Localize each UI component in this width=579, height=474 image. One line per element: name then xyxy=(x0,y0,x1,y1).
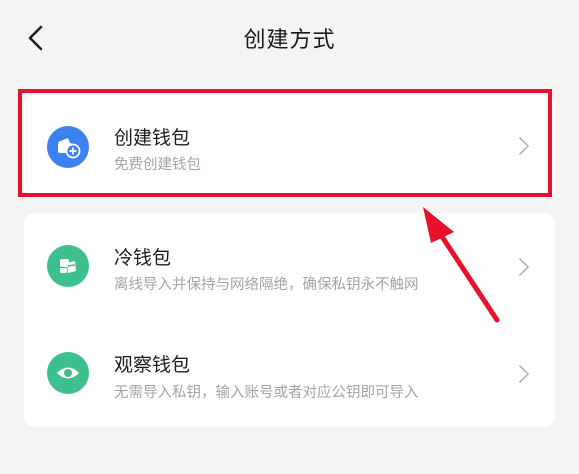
option-watch-wallet[interactable]: 观察钱包 无需导入私钥，输入账号或者对应公钥即可导入 xyxy=(24,320,555,424)
eye-icon xyxy=(47,352,89,394)
wallet-plus-icon xyxy=(47,126,89,168)
header-bar: 创建方式 xyxy=(0,0,579,76)
option-create-wallet[interactable]: 创建钱包 免费创建钱包 xyxy=(24,95,555,199)
option-title: 冷钱包 xyxy=(114,247,172,269)
option-title: 观察钱包 xyxy=(114,354,191,376)
chevron-right-icon xyxy=(519,258,529,276)
option-title: 创建钱包 xyxy=(114,127,191,149)
chevron-right-icon xyxy=(519,365,529,383)
option-cold-wallet[interactable]: 冷钱包 离线导入并保持与网络隔绝，确保私钥永不触网 xyxy=(24,213,555,317)
cold-wallet-icon xyxy=(47,245,89,287)
wallet-options-card: 冷钱包 离线导入并保持与网络隔绝，确保私钥永不触网 观察钱包 无需导入私钥，输入… xyxy=(24,213,555,427)
option-subtitle: 离线导入并保持与网络隔绝，确保私钥永不触网 xyxy=(114,277,419,293)
option-subtitle: 免费创建钱包 xyxy=(114,157,201,173)
create-wallet-card: 创建钱包 免费创建钱包 xyxy=(24,95,555,199)
option-subtitle: 无需导入私钥，输入账号或者对应公钥即可导入 xyxy=(114,385,419,401)
page-title: 创建方式 xyxy=(243,28,336,53)
chevron-right-icon xyxy=(519,137,529,155)
